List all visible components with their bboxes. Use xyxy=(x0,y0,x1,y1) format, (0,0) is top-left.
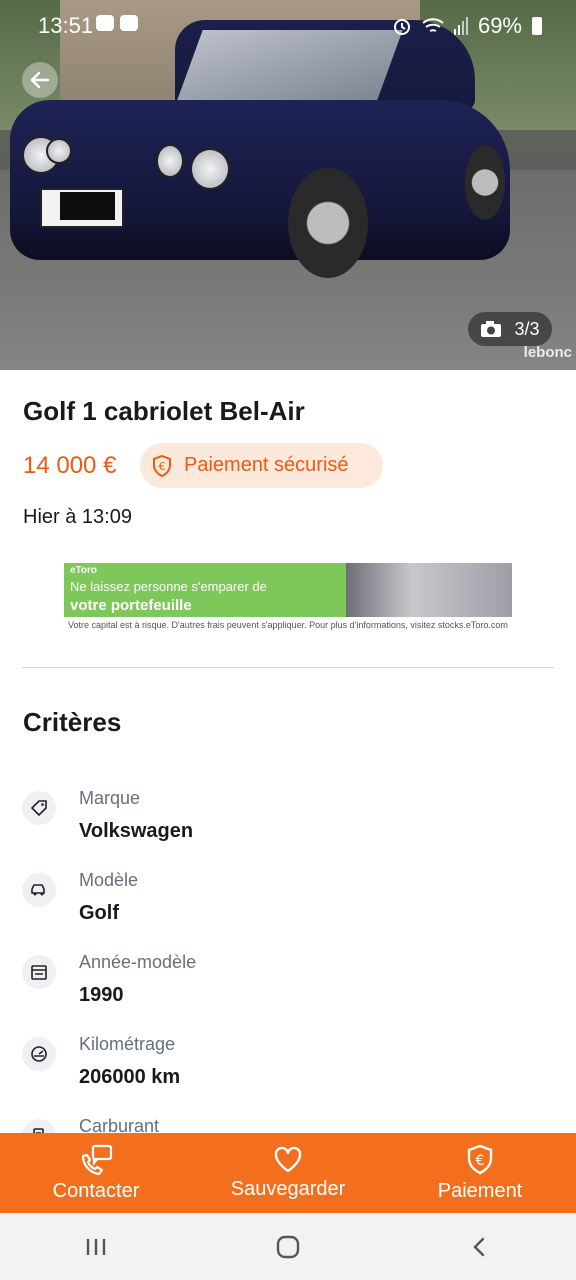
back-nav-icon[interactable] xyxy=(468,1235,492,1259)
criteria-label: Modèle xyxy=(79,870,139,890)
criteria-item: Année-modèle 1990 xyxy=(22,952,562,1022)
plate-blur xyxy=(60,192,115,220)
contact-button[interactable]: Contacter xyxy=(0,1133,192,1213)
criteria-item: Marque Volkswagen xyxy=(22,788,562,858)
criteria-value: 206000 km xyxy=(79,1066,181,1088)
car-body xyxy=(10,100,510,260)
phone-chat-icon xyxy=(81,1144,113,1175)
ad-banner[interactable]: eToro Ne laissez personne s'emparer de v… xyxy=(64,563,512,633)
secure-payment-badge[interactable]: € Paiement sécurisé xyxy=(140,443,383,488)
status-bar: 13:51 69% xyxy=(0,0,576,52)
home-icon[interactable] xyxy=(275,1234,301,1260)
back-button[interactable] xyxy=(22,62,58,98)
svg-text:€: € xyxy=(476,1153,485,1169)
status-right: 69% xyxy=(392,13,542,39)
criteria-label: Marque xyxy=(79,788,141,808)
criteria-label: Kilométrage xyxy=(79,1034,176,1054)
battery-icon xyxy=(532,17,542,35)
criteria-item: Kilométrage 206000 km xyxy=(22,1034,562,1104)
photo-counter-text: 3/3 xyxy=(514,318,540,339)
criteria-label: Année-modèle xyxy=(79,952,197,972)
tag-icon xyxy=(22,791,56,825)
notification-icons xyxy=(96,15,138,31)
svg-text:€: € xyxy=(159,460,166,473)
criteria-value: 1990 xyxy=(79,984,124,1006)
car-icon xyxy=(22,873,56,907)
ad-headline-2: votre portefeuille xyxy=(70,597,192,614)
payment-label: Paiement xyxy=(437,1179,523,1202)
criteria-item: Modèle Golf xyxy=(22,870,562,940)
section-divider xyxy=(22,667,554,668)
recent-apps-icon[interactable] xyxy=(84,1235,108,1259)
photo-counter[interactable]: 3/3 xyxy=(468,312,552,346)
shield-euro-icon: € xyxy=(153,454,171,477)
ad-headline-1: Ne laissez personne s'emparer de xyxy=(70,579,267,594)
payment-button[interactable]: € Paiement xyxy=(384,1133,576,1213)
app-notification-icon xyxy=(96,15,114,31)
listing-title: Golf 1 cabriolet Bel-Air xyxy=(23,396,305,426)
shield-euro-icon: € xyxy=(467,1144,493,1174)
car-headlight xyxy=(156,144,184,178)
car-wheel-rear xyxy=(465,145,505,220)
car-headlight xyxy=(46,138,72,164)
speedometer-icon xyxy=(22,1037,56,1071)
ad-photo xyxy=(346,563,512,617)
save-button[interactable]: Sauvegarder xyxy=(192,1133,384,1213)
wifi-icon xyxy=(422,18,444,32)
calendar-icon xyxy=(22,955,56,989)
status-time: 13:51 xyxy=(38,13,94,38)
car-headlight xyxy=(190,148,230,190)
ad-brand: eToro xyxy=(70,565,98,576)
criteria-value: Golf xyxy=(79,902,119,924)
ad-disclaimer: Votre capital est à risque. D'autres fra… xyxy=(68,620,508,630)
battery-percent: 69% xyxy=(477,13,522,38)
photo-watermark: lebonc xyxy=(523,344,572,361)
heart-icon xyxy=(274,1146,302,1172)
criteria-title: Critères xyxy=(23,707,122,737)
signal-icon xyxy=(453,17,468,35)
criteria-value: Volkswagen xyxy=(79,820,194,842)
listing-date: Hier à 13:09 xyxy=(23,506,132,528)
save-label: Sauvegarder xyxy=(230,1177,346,1200)
bottom-action-bar: Contacter Sauvegarder € Paiement xyxy=(0,1133,576,1213)
alarm-icon xyxy=(393,19,410,35)
secure-payment-label: Paiement sécurisé xyxy=(184,454,349,476)
car-wheel-front xyxy=(288,168,368,278)
listing-price: 14 000 € xyxy=(23,452,117,479)
ad-green-panel: eToro Ne laissez personne s'emparer de v… xyxy=(64,563,346,617)
arrow-left-icon xyxy=(30,71,50,89)
cloud-notification-icon xyxy=(120,15,138,31)
system-navigation-bar xyxy=(0,1213,576,1280)
camera-icon xyxy=(481,321,502,337)
contact-label: Contacter xyxy=(52,1179,140,1202)
